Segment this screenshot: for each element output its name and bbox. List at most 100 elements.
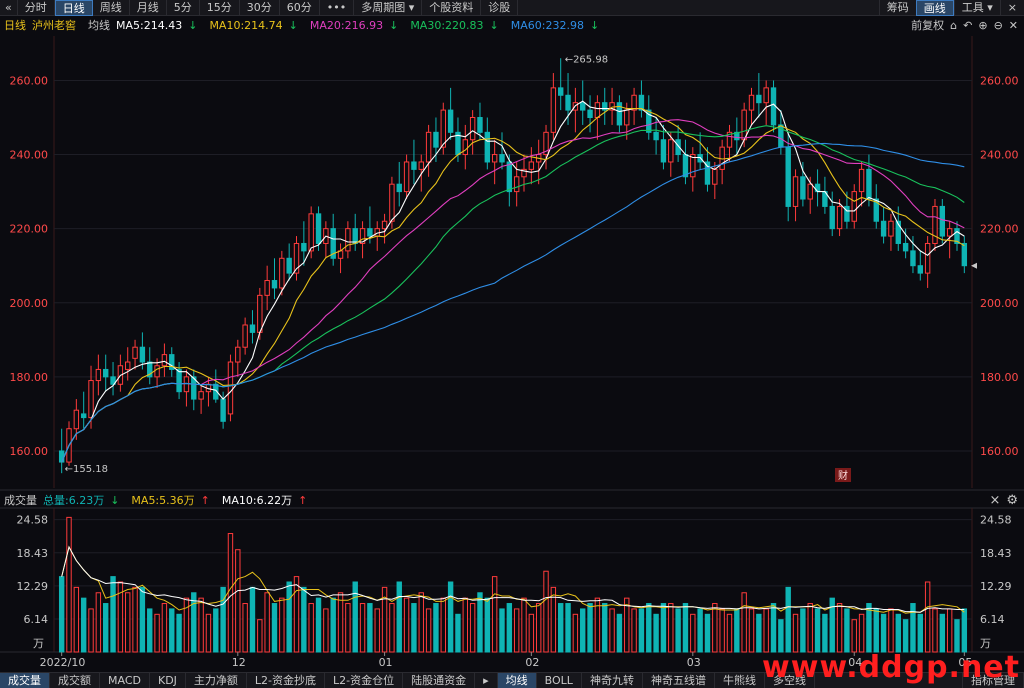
candle-body <box>257 294 263 333</box>
volume-bar <box>293 576 300 653</box>
candle-body <box>594 102 601 119</box>
volume-bar <box>242 603 248 653</box>
overlay-tab[interactable]: 均线 <box>497 673 537 688</box>
candle-body <box>851 191 857 222</box>
candle-body <box>469 117 476 141</box>
volume-bar <box>638 608 645 653</box>
volume-bar <box>462 597 468 653</box>
price-tick-label: 260.00 <box>10 74 49 87</box>
volume-bar <box>477 592 483 653</box>
volume-bar <box>491 576 498 653</box>
indicator-tab[interactable]: 成交额 <box>50 673 100 688</box>
volume-bar <box>704 613 711 653</box>
indicator-tab[interactable]: KDJ <box>150 673 186 688</box>
volume-total: 总量:6.23万 ↓ <box>43 492 125 508</box>
price-tick-label: 200.00 <box>980 297 1019 310</box>
volume-bar <box>345 603 351 653</box>
price-tick-label: 160.00 <box>980 445 1019 458</box>
price-tick-label: 240.00 <box>980 149 1019 162</box>
volume-bar <box>95 592 102 653</box>
volume-bar <box>932 608 938 653</box>
volume-bar <box>374 608 380 653</box>
indicator-tab[interactable]: 陆股通资金 <box>403 673 476 688</box>
candle-body <box>829 205 835 230</box>
indicator-tab[interactable]: 主力净额 <box>186 673 247 688</box>
volume-bar <box>902 619 909 653</box>
indicator-tab[interactable]: L2-资金抄底 <box>247 673 326 688</box>
volume-total-value: 总量:6.23万 <box>43 494 105 507</box>
overlay-tab[interactable]: 神奇九转 <box>582 673 643 688</box>
candle-body <box>154 365 160 378</box>
overlay-tab[interactable]: BOLL <box>537 673 582 688</box>
volume-bar <box>161 603 168 653</box>
candle-body <box>477 117 483 133</box>
candle-body <box>345 228 351 252</box>
volume-bar <box>191 592 197 653</box>
more-indicators-arrow-icon[interactable]: ▸ <box>475 673 498 688</box>
candle-body <box>902 242 909 252</box>
volume-bar <box>756 613 762 653</box>
volume-bar <box>257 619 263 653</box>
volume-bar <box>58 576 65 653</box>
volume-tick-label: 12.29 <box>980 580 1012 593</box>
volume-bar <box>169 608 175 653</box>
candle-body <box>381 220 388 230</box>
volume-bar <box>411 603 417 653</box>
volume-bar <box>528 613 535 653</box>
volume-bar <box>418 592 424 653</box>
candle-body <box>924 242 931 274</box>
volume-tick-label: 12.29 <box>17 580 49 593</box>
volume-bar <box>506 603 513 653</box>
volume-bar <box>741 592 747 653</box>
volume-bar <box>822 613 828 653</box>
candle-body <box>80 413 87 419</box>
price-tick-label: 240.00 <box>10 149 49 162</box>
indicator-tab[interactable]: MACD <box>100 673 150 688</box>
overlay-tab[interactable]: 神奇五线谱 <box>643 673 715 688</box>
candle-body <box>756 94 762 104</box>
candle-body <box>447 109 454 133</box>
candle-body <box>315 213 322 244</box>
volume-ma10-value: MA10:6.22万 <box>221 494 293 507</box>
overlay-tab[interactable]: 牛熊线 <box>715 673 765 688</box>
candle-body <box>506 161 513 193</box>
price-tick-label: 180.00 <box>10 371 49 384</box>
candle-body <box>565 94 571 111</box>
volume-bar <box>690 613 696 653</box>
volume-ma10: MA10:6.22万 ↑ <box>222 492 313 508</box>
volume-bar <box>924 581 931 653</box>
date-tick-label: 2022/10 <box>40 656 86 669</box>
volume-bar <box>631 608 637 653</box>
candle-body <box>946 228 953 237</box>
candle-body <box>880 220 887 237</box>
indicator-tab[interactable]: L2-资金仓位 <box>325 673 404 688</box>
candle-body <box>631 94 637 111</box>
kline-chart[interactable]: 260.00 260.00 240.00 240.00 220.00 220.00 200.… <box>0 0 1024 688</box>
volume-bar <box>198 597 204 653</box>
date-tick-label: 12 <box>232 656 246 669</box>
volume-bar <box>249 586 256 653</box>
volume-bar <box>800 608 806 653</box>
volume-bar <box>213 608 219 653</box>
volume-bar <box>433 603 439 653</box>
candle-body <box>550 87 557 133</box>
price-tick-label: 220.00 <box>10 223 49 236</box>
volume-title: 成交量 <box>4 494 37 507</box>
candle-body <box>587 109 593 119</box>
date-tick-label: 02 <box>525 656 539 669</box>
candle-body <box>279 257 285 289</box>
volume-bar <box>587 603 593 653</box>
volume-bar <box>858 613 865 653</box>
ma20-line <box>61 119 965 463</box>
volume-bar <box>521 597 527 653</box>
volume-bar <box>264 592 270 653</box>
close-icon[interactable]: × <box>989 493 1000 508</box>
candle-body <box>484 131 491 163</box>
gear-icon[interactable]: ⚙ <box>1006 493 1018 508</box>
candle-body <box>220 398 226 422</box>
volume-bar <box>301 586 307 653</box>
indicator-tab[interactable]: 成交量 <box>0 673 50 688</box>
volume-bar <box>227 533 234 653</box>
volume-bar <box>895 613 901 653</box>
candle-body <box>103 368 109 378</box>
